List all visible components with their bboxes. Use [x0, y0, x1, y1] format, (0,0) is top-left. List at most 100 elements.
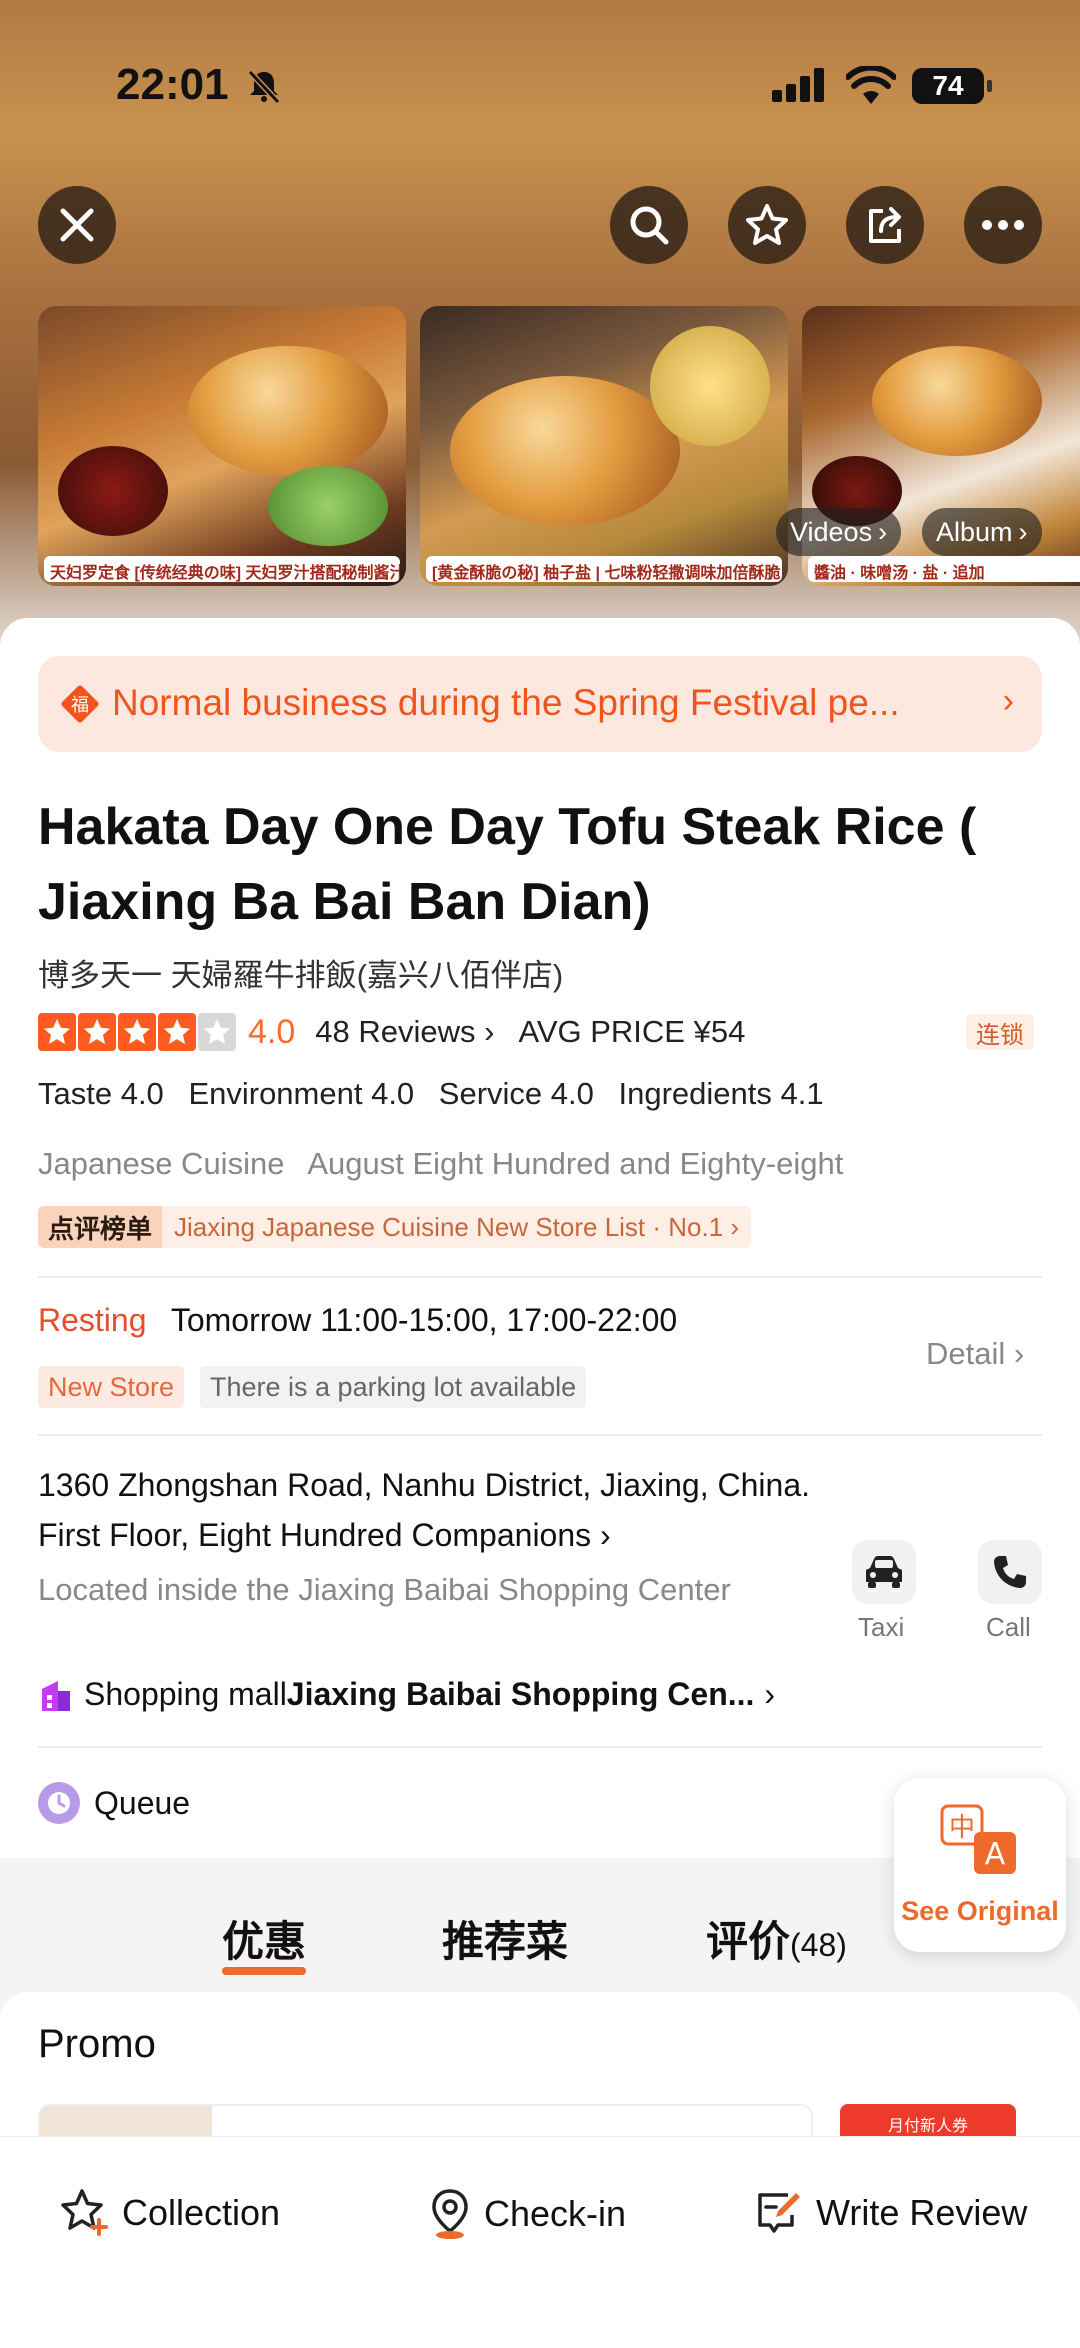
- more-dots-icon: [982, 220, 1024, 230]
- category-row: Japanese Cuisine August Eight Hundred an…: [38, 1146, 859, 1182]
- tab-reviews-count: (48): [790, 1927, 847, 1963]
- tab-offers[interactable]: 优惠: [222, 1908, 307, 1975]
- food-image: [872, 346, 1042, 456]
- album-button[interactable]: Album ›: [922, 508, 1042, 556]
- favorite-button[interactable]: [728, 186, 806, 264]
- location-pin-icon: [432, 2189, 468, 2239]
- write-review-label: Write Review: [816, 2192, 1028, 2233]
- sub-scores: Taste 4.0 Environment 4.0 Service 4.0 In…: [38, 1076, 840, 1112]
- mall-link[interactable]: Shopping mall Jiaxing Baibai Shopping Cen…: [38, 1676, 775, 1713]
- parking-tag: There is a parking lot available: [200, 1366, 587, 1408]
- silent-bell-icon: [247, 69, 281, 105]
- tab-reviews-label: 评价: [706, 1918, 791, 1965]
- taste-score: Taste 4.0: [38, 1076, 164, 1111]
- location-hint: Located inside the Jiaxing Baibai Shoppi…: [38, 1572, 731, 1607]
- ranking-tag: 点评榜单: [38, 1206, 163, 1248]
- checkin-label: Check-in: [484, 2193, 627, 2234]
- taxi-label: Taxi: [858, 1612, 905, 1642]
- open-status: Resting: [38, 1302, 147, 1338]
- more-button[interactable]: [964, 186, 1042, 264]
- photo-caption: 天妇罗定食 [传统经典の味] 天妇罗汁搭配秘制酱汁: [44, 556, 400, 582]
- translate-icon: 中 A: [940, 1804, 1016, 1874]
- checkin-button[interactable]: Check-in: [428, 2187, 626, 2241]
- mall-name: Jiaxing Baibai Shopping Cen...: [286, 1676, 755, 1712]
- building-icon: [42, 1680, 70, 1711]
- new-store-tag: New Store: [38, 1366, 185, 1408]
- star-filled-icon: [158, 1013, 196, 1051]
- share-button[interactable]: [846, 186, 924, 264]
- collection-button[interactable]: Collection: [58, 2187, 280, 2239]
- star-filled-icon: [38, 1013, 76, 1051]
- shop-title: Hakata Day One Day Tofu Steak Rice ( Jia…: [38, 798, 977, 931]
- tab-recommended[interactable]: 推荐菜: [442, 1908, 568, 1969]
- tab-reviews[interactable]: 评价(48): [706, 1908, 847, 1969]
- phone-icon: [994, 1556, 1026, 1588]
- translate-glyph-zh: 中: [949, 1813, 975, 1843]
- ranking-badge[interactable]: 点评榜单 Jiaxing Japanese Cuisine New Store …: [38, 1206, 752, 1248]
- hours-schedule: Tomorrow 11:00-15:00, 17:00-22:00: [170, 1302, 678, 1338]
- videos-button[interactable]: Videos ›: [776, 508, 902, 556]
- rating-row[interactable]: 4.0 48 Reviews › AVG PRICE ¥54: [38, 1010, 745, 1054]
- close-icon: [60, 208, 94, 242]
- bottom-action-bar: Collection Check-in Write Review: [0, 2136, 1080, 2348]
- chevron-right-icon: ›: [1018, 516, 1028, 547]
- status-bar: 22:01 74: [0, 0, 1080, 170]
- gallery-photo[interactable]: 天妇罗定食 [传统经典の味] 天妇罗汁搭配秘制酱汁: [38, 306, 406, 586]
- signal-icon: [772, 68, 824, 102]
- search-button[interactable]: [610, 186, 688, 264]
- section-tabs: 优惠 推荐菜 评价(48): [0, 1900, 1080, 1980]
- fortune-icon-glyph: 福: [71, 695, 89, 716]
- tempura-image: [650, 326, 770, 446]
- photo-caption: [黄金酥脆の秘] 柚子盐 | 七味粉轻撒调味加倍酥脆口感: [426, 556, 782, 582]
- search-icon: [630, 206, 669, 245]
- coupon-tag: 月付新人券: [887, 2118, 968, 2135]
- fortune-icon: 福: [61, 685, 99, 723]
- food-image: [188, 346, 388, 476]
- edit-review-icon: [758, 2193, 800, 2233]
- collection-label: Collection: [122, 2192, 281, 2233]
- divider: [38, 1434, 1042, 1436]
- star-filled-icon: [78, 1013, 116, 1051]
- soup-image: [58, 446, 168, 536]
- shop-subtitle: 博多天一 天婦羅牛排飯(嘉兴八佰伴店): [38, 958, 564, 993]
- status-time: 22:01: [116, 60, 229, 109]
- mall-prefix: Shopping mall: [84, 1676, 287, 1712]
- star-filled-icon: [118, 1013, 156, 1051]
- photo-caption: 醬油 · 味噌汤 · 盐 · 追加: [808, 556, 1080, 582]
- cuisine-type: Japanese Cuisine: [38, 1146, 285, 1181]
- battery-indicator: 74: [912, 68, 992, 104]
- business-hours[interactable]: Resting Tomorrow 11:00-15:00, 17:00-22:0…: [38, 1302, 677, 1339]
- chain-badge: 连锁: [966, 1014, 1034, 1050]
- star-outline-icon: [746, 204, 788, 245]
- call-label: Call: [986, 1612, 1031, 1642]
- translate-glyph-a: A: [985, 1837, 1006, 1872]
- food-image: [450, 376, 680, 526]
- reviews-link[interactable]: 48 Reviews ›: [315, 1014, 494, 1050]
- queue-label: Queue: [94, 1784, 191, 1821]
- wifi-icon: [846, 66, 896, 104]
- shop-area: August Eight Hundred and Eighty-eight: [307, 1146, 844, 1181]
- notice-banner[interactable]: 福 Normal business during the Spring Fest…: [38, 656, 1042, 752]
- chevron-right-icon: ›: [484, 1014, 495, 1049]
- ranking-text: Jiaxing Japanese Cuisine New Store List …: [162, 1206, 752, 1248]
- videos-label: Videos: [790, 516, 873, 547]
- notice-text: Normal business during the Spring Festiv…: [112, 682, 900, 723]
- call-button[interactable]: [978, 1540, 1042, 1604]
- chevron-right-icon: ›: [764, 1676, 776, 1712]
- queue-button[interactable]: Queue: [38, 1782, 190, 1824]
- gallery-photo[interactable]: [黄金酥脆の秘] 柚子盐 | 七味粉轻撒调味加倍酥脆口感: [420, 306, 788, 586]
- write-review-button[interactable]: Write Review: [752, 2187, 1027, 2239]
- share-icon: [869, 207, 901, 243]
- photo-gallery[interactable]: 天妇罗定食 [传统经典の味] 天妇罗汁搭配秘制酱汁 [黄金酥脆の秘] 柚子盐 |…: [38, 306, 1080, 586]
- salad-image: [268, 466, 388, 546]
- taxi-button[interactable]: [852, 1540, 916, 1604]
- hours-detail-link[interactable]: Detail ›: [926, 1336, 1024, 1372]
- ingredients-score: Ingredients 4.1: [618, 1076, 824, 1111]
- chevron-right-icon: ›: [1002, 682, 1014, 720]
- clock-icon: [38, 1782, 80, 1824]
- shop-address[interactable]: 1360 Zhongshan Road, Nanhu District, Jia…: [38, 1460, 818, 1560]
- avg-price: AVG PRICE ¥54: [518, 1014, 746, 1049]
- divider: [38, 1276, 1042, 1278]
- star-empty-icon: [198, 1013, 236, 1051]
- close-button[interactable]: [38, 186, 116, 264]
